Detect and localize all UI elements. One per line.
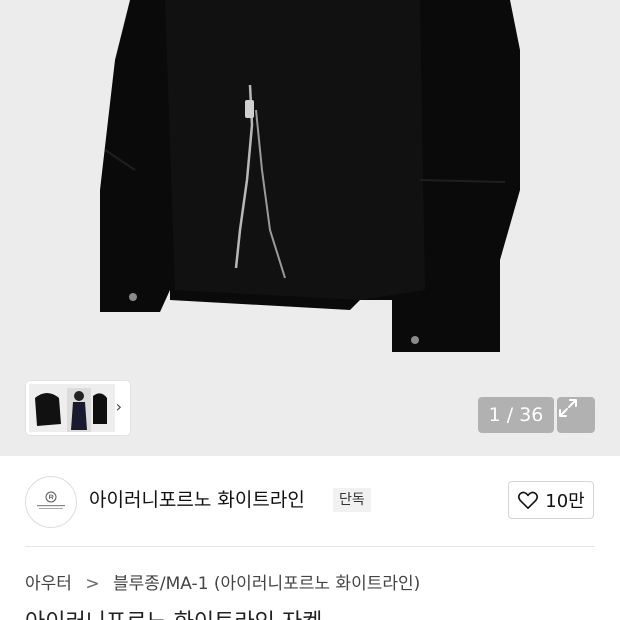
breadcrumb-item-category[interactable]: 아우터 xyxy=(25,574,72,594)
breadcrumb-item-subcategory[interactable]: 블루종/MA-1 (아이러니포르노 화이트라인) xyxy=(113,574,420,594)
brand-name[interactable]: 아이러니포르노 화이트라인 xyxy=(89,488,305,512)
product-image-gallery[interactable]: › 1 / 36 xyxy=(0,0,620,456)
product-title: 아이러니포르노 화이트라인 자켓 xyxy=(25,607,595,620)
like-button[interactable]: 10만 xyxy=(508,481,594,519)
exclusive-badge: 단독 xyxy=(333,488,371,512)
brand-row: 아이러니포르노 화이트라인 단독 10만 xyxy=(0,456,620,546)
thumbnail-strip[interactable]: › xyxy=(26,381,130,435)
like-count: 10만 xyxy=(545,491,585,512)
image-counter: 1 / 36 xyxy=(478,397,554,433)
thumbnail-image[interactable] xyxy=(29,384,115,432)
brand-logo[interactable] xyxy=(25,476,77,528)
breadcrumb-separator: > xyxy=(85,574,100,594)
chevron-right-icon[interactable]: › xyxy=(116,397,122,417)
breadcrumb: 아우터 > 블루종/MA-1 (아이러니포르노 화이트라인) xyxy=(25,572,420,596)
product-title-text: 아이러니포르노 화이트라인 자켓 xyxy=(25,610,595,620)
expand-icon[interactable] xyxy=(557,397,595,433)
heart-icon xyxy=(518,491,539,509)
divider xyxy=(25,546,595,547)
